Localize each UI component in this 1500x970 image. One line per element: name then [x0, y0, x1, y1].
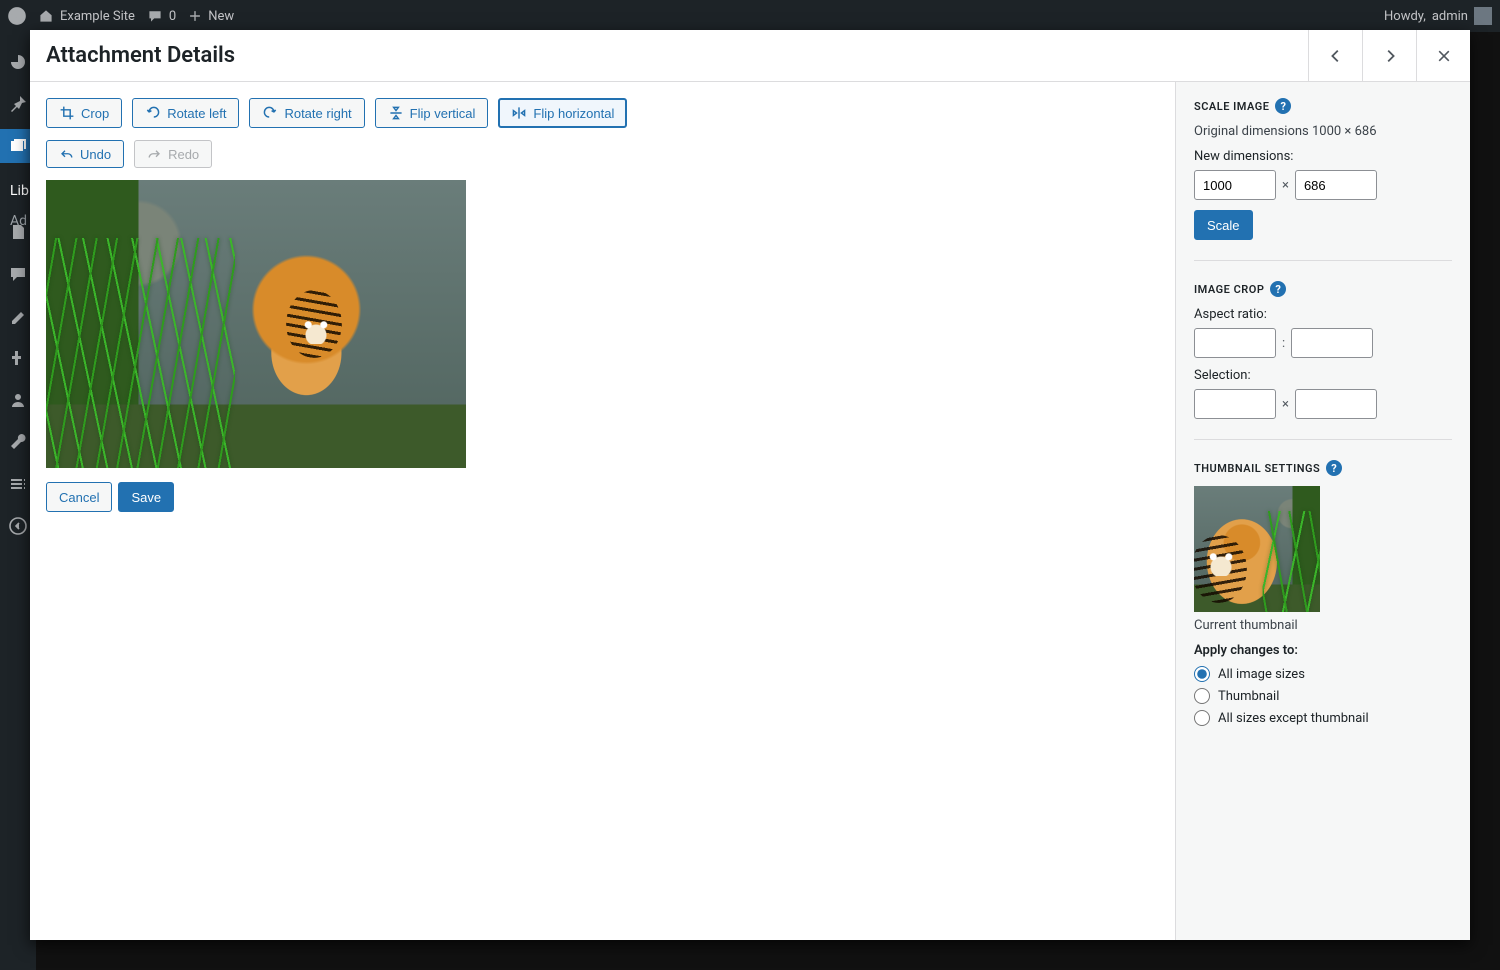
current-thumbnail-label: Current thumbnail: [1194, 618, 1452, 633]
collapse-icon[interactable]: [8, 516, 28, 536]
thumbnail-settings-heading: THUMBNAIL SETTINGS ?: [1194, 460, 1452, 476]
scale-button[interactable]: Scale: [1194, 210, 1253, 240]
aspect-ratio-label: Aspect ratio:: [1194, 307, 1452, 322]
plugins-icon[interactable]: [8, 348, 28, 368]
next-button[interactable]: [1362, 30, 1416, 81]
image-crop-heading: IMAGE CROP ?: [1194, 281, 1452, 297]
apply-all-radio[interactable]: [1194, 666, 1210, 682]
site-link[interactable]: Example Site: [38, 8, 135, 24]
save-button[interactable]: Save: [118, 482, 174, 512]
scale-image-heading: SCALE IMAGE ?: [1194, 98, 1452, 114]
submenu-library[interactable]: Lib: [10, 183, 29, 199]
flip-horizontal-button[interactable]: Flip horizontal: [498, 98, 627, 128]
cancel-button[interactable]: Cancel: [46, 482, 112, 512]
submenu-addnew[interactable]: Ad: [10, 213, 27, 229]
prev-button[interactable]: [1308, 30, 1362, 81]
comments-link[interactable]: 0: [147, 8, 176, 24]
image-editor-pane: Crop Rotate left Rotate right Flip verti…: [30, 82, 1175, 940]
apply-except-radio[interactable]: [1194, 710, 1210, 726]
selection-width-input[interactable]: [1194, 389, 1276, 419]
modal-header: Attachment Details: [30, 30, 1470, 82]
dashboard-icon[interactable]: [8, 52, 28, 72]
apply-all-label: All image sizes: [1218, 667, 1305, 682]
aspect-width-input[interactable]: [1194, 328, 1276, 358]
current-thumbnail: [1194, 486, 1320, 612]
selection-label: Selection:: [1194, 368, 1452, 383]
editor-sidebar: SCALE IMAGE ? Original dimensions 1000 ×…: [1175, 82, 1470, 940]
editor-toolbar: Crop Rotate left Rotate right Flip verti…: [46, 98, 1159, 128]
avatar-icon: [1474, 7, 1492, 25]
attachment-details-modal: Attachment Details Crop Rotate left Rota…: [30, 30, 1470, 940]
scale-width-input[interactable]: [1194, 170, 1276, 200]
new-link[interactable]: New: [188, 9, 234, 24]
help-icon[interactable]: ?: [1326, 460, 1342, 476]
comments-icon[interactable]: [8, 264, 28, 284]
admin-bar: Example Site 0 New Howdy, admin: [0, 0, 1500, 32]
redo-button: Redo: [134, 140, 212, 168]
original-dimensions: Original dimensions 1000 × 686: [1194, 124, 1452, 139]
site-name: Example Site: [60, 9, 135, 24]
users-icon[interactable]: [8, 390, 28, 410]
settings-icon[interactable]: [8, 474, 28, 494]
apply-thumbnail-label: Thumbnail: [1218, 689, 1279, 704]
tools-icon[interactable]: [8, 432, 28, 452]
apply-thumbnail-radio[interactable]: [1194, 688, 1210, 704]
rotate-right-button[interactable]: Rotate right: [249, 98, 364, 128]
selection-height-input[interactable]: [1295, 389, 1377, 419]
new-dimensions-label: New dimensions:: [1194, 149, 1452, 164]
close-button[interactable]: [1416, 30, 1470, 81]
flip-vertical-button[interactable]: Flip vertical: [375, 98, 489, 128]
appearance-icon[interactable]: [8, 306, 28, 326]
pin-icon[interactable]: [8, 94, 28, 114]
crop-button[interactable]: Crop: [46, 98, 122, 128]
modal-title: Attachment Details: [30, 43, 251, 68]
undo-button[interactable]: Undo: [46, 140, 124, 168]
help-icon[interactable]: ?: [1270, 281, 1286, 297]
howdy-user[interactable]: Howdy, admin: [1384, 7, 1492, 25]
history-toolbar: Undo Redo: [46, 140, 1159, 168]
apply-except-label: All sizes except thumbnail: [1218, 711, 1369, 726]
aspect-height-input[interactable]: [1291, 328, 1373, 358]
scale-height-input[interactable]: [1295, 170, 1377, 200]
apply-changes-label: Apply changes to:: [1194, 643, 1452, 658]
image-preview[interactable]: [46, 180, 466, 468]
help-icon[interactable]: ?: [1275, 98, 1291, 114]
rotate-left-button[interactable]: Rotate left: [132, 98, 239, 128]
comments-count: 0: [169, 9, 176, 24]
wp-logo-icon[interactable]: [8, 7, 26, 25]
new-label: New: [208, 9, 234, 24]
